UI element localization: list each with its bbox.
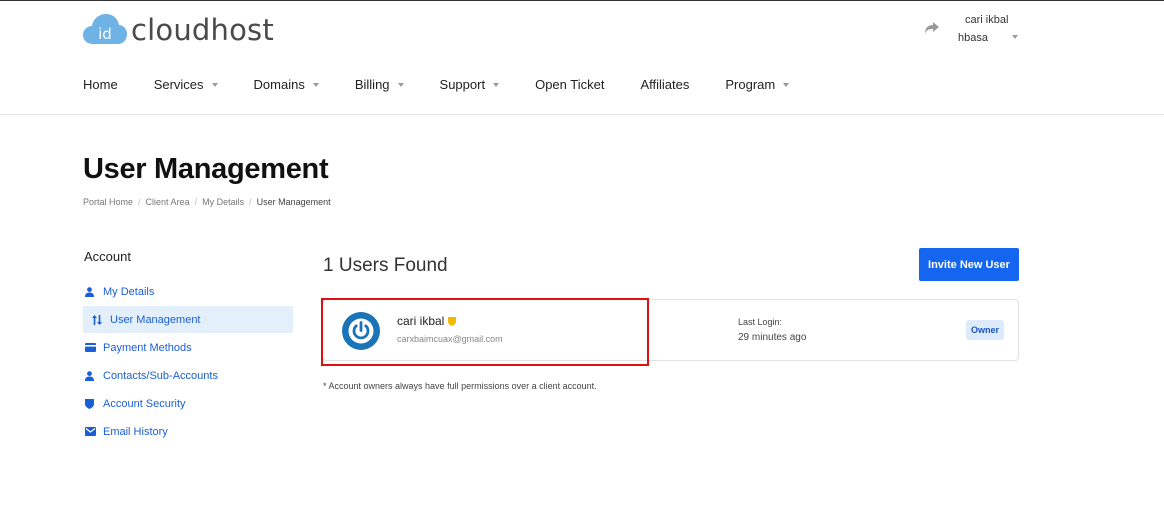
page-title: User Management [83, 153, 329, 185]
permissions-footnote: * Account owners always have full permis… [323, 381, 597, 391]
sort-arrows-icon [92, 314, 110, 325]
chevron-down-icon [397, 83, 404, 87]
sidebar-item-payment-methods[interactable]: Payment Methods [83, 334, 293, 361]
nav-billing-label: Billing [354, 77, 390, 92]
breadcrumb-current: User Management [256, 197, 331, 207]
nav-billing[interactable]: Billing [355, 77, 404, 92]
nav-open-ticket-label: Open Ticket [535, 77, 605, 92]
invite-new-user-button[interactable]: Invite New User [919, 248, 1019, 281]
sidebar-item-label: Payment Methods [103, 341, 192, 354]
chevron-down-icon [312, 83, 319, 87]
sidebar-item-label: Email History [103, 425, 168, 438]
sidebar-item-email-history[interactable]: Email History [83, 418, 293, 445]
nav-affiliates[interactable]: Affiliates [640, 77, 689, 92]
user-row[interactable]: cari ikbal carxbaimcuax@gmail.com Last L… [322, 299, 1019, 361]
breadcrumb: Portal Home / Client Area / My Details /… [83, 197, 331, 207]
users-count-heading: 1 Users Found [323, 255, 448, 276]
sidebar-title: Account [84, 249, 131, 264]
sidebar-item-label: My Details [103, 285, 155, 298]
chevron-down-icon [1012, 26, 1018, 44]
user-name-text: cari ikbal [397, 314, 445, 328]
user-name: cari ikbal [397, 314, 457, 328]
breadcrumb-separator: / [194, 197, 198, 207]
user-menu[interactable]: cari ikbal hbasa [924, 11, 1024, 51]
nav-domains[interactable]: Domains [254, 77, 319, 92]
avatar [342, 312, 380, 350]
sidebar-item-my-details[interactable]: My Details [83, 278, 293, 305]
user-name-line2: hbasa [958, 32, 988, 44]
main-nav: Home Services Domains Billing Support Op… [83, 77, 790, 92]
owner-shield-icon [448, 316, 457, 326]
envelope-icon [85, 427, 103, 436]
last-login-label: Last Login: [738, 317, 783, 327]
chevron-down-icon [783, 83, 790, 87]
brand-name: cloudhost [131, 13, 274, 47]
power-icon [348, 318, 374, 344]
breadcrumb-my-details[interactable]: My Details [202, 197, 244, 207]
brand-logo[interactable]: id cloudhost [83, 13, 274, 47]
nav-affiliates-label: Affiliates [640, 77, 690, 92]
breadcrumb-client-area[interactable]: Client Area [146, 197, 190, 207]
sidebar-item-account-security[interactable]: Account Security [83, 390, 293, 417]
user-name-line1: cari ikbal [965, 14, 1009, 26]
breadcrumb-portal-home[interactable]: Portal Home [83, 197, 133, 207]
user-icon [85, 370, 103, 381]
nav-domains-label: Domains [253, 77, 305, 92]
breadcrumb-separator: / [138, 197, 141, 207]
nav-support-label: Support [439, 77, 486, 92]
nav-program-label: Program [725, 77, 776, 92]
sidebar-item-label: Account Security [103, 397, 186, 410]
breadcrumb-separator: / [249, 197, 252, 207]
nav-services-label: Services [153, 77, 204, 92]
owner-badge: Owner [966, 320, 1005, 340]
cloud-logo-icon: id [83, 14, 127, 44]
sidebar-item-label: User Management [110, 313, 201, 326]
user-icon [85, 286, 103, 297]
nav-program[interactable]: Program [725, 77, 790, 92]
account-sidebar: Account My Details User Management Payme… [83, 249, 293, 446]
credit-card-icon [85, 343, 103, 352]
site-header: id cloudhost cari ikbal hbasa Home Servi… [0, 1, 1164, 115]
logo-mark-text: id [98, 25, 112, 43]
sidebar-item-user-management[interactable]: User Management [83, 306, 293, 333]
sidebar-item-contacts[interactable]: Contacts/Sub-Accounts [83, 362, 293, 389]
nav-home[interactable]: Home [83, 77, 118, 92]
nav-open-ticket[interactable]: Open Ticket [535, 77, 604, 92]
chevron-down-icon [493, 83, 500, 87]
nav-support[interactable]: Support [440, 77, 500, 92]
sidebar-item-label: Contacts/Sub-Accounts [103, 369, 218, 382]
share-arrow-icon[interactable] [924, 21, 940, 35]
nav-home-label: Home [83, 77, 118, 92]
chevron-down-icon [211, 83, 218, 87]
user-email: carxbaimcuax@gmail.com [397, 334, 503, 344]
shield-icon [85, 398, 103, 409]
last-login-value: 29 minutes ago [738, 332, 807, 343]
nav-services[interactable]: Services [154, 77, 218, 92]
